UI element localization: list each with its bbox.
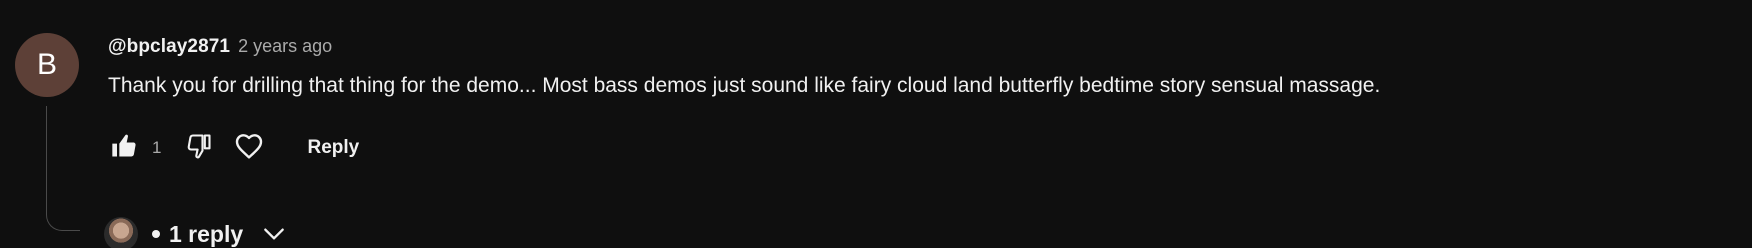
thread-connector-line bbox=[46, 106, 80, 231]
comment-timestamp[interactable]: 2 years ago bbox=[238, 36, 332, 57]
reply-author-avatar bbox=[104, 217, 138, 248]
author-avatar[interactable]: B bbox=[15, 33, 79, 97]
heart-icon bbox=[233, 130, 265, 167]
comment-thread: B @bpclay2871 2 years ago Thank you for … bbox=[0, 0, 1752, 248]
like-count: 1 bbox=[152, 138, 162, 157]
thumbs-down-icon bbox=[185, 132, 213, 165]
comment-text: Thank you for drilling that thing for th… bbox=[108, 74, 1381, 97]
like-button[interactable] bbox=[104, 128, 144, 168]
separator-dot bbox=[152, 230, 160, 238]
chevron-down-icon bbox=[261, 221, 287, 247]
comment-actions: 1 Reply bbox=[104, 128, 359, 168]
dislike-button[interactable] bbox=[179, 128, 219, 168]
thumbs-up-icon bbox=[110, 132, 138, 165]
author-name[interactable]: @bpclay2871 bbox=[108, 36, 230, 58]
view-replies-toggle[interactable]: 1 reply bbox=[104, 214, 287, 248]
heart-button[interactable] bbox=[229, 128, 269, 168]
avatar-letter: B bbox=[36, 48, 57, 81]
replies-count-label: 1 reply bbox=[169, 220, 244, 247]
reply-button[interactable]: Reply bbox=[307, 129, 359, 167]
comment-header: @bpclay2871 2 years ago bbox=[108, 36, 332, 58]
